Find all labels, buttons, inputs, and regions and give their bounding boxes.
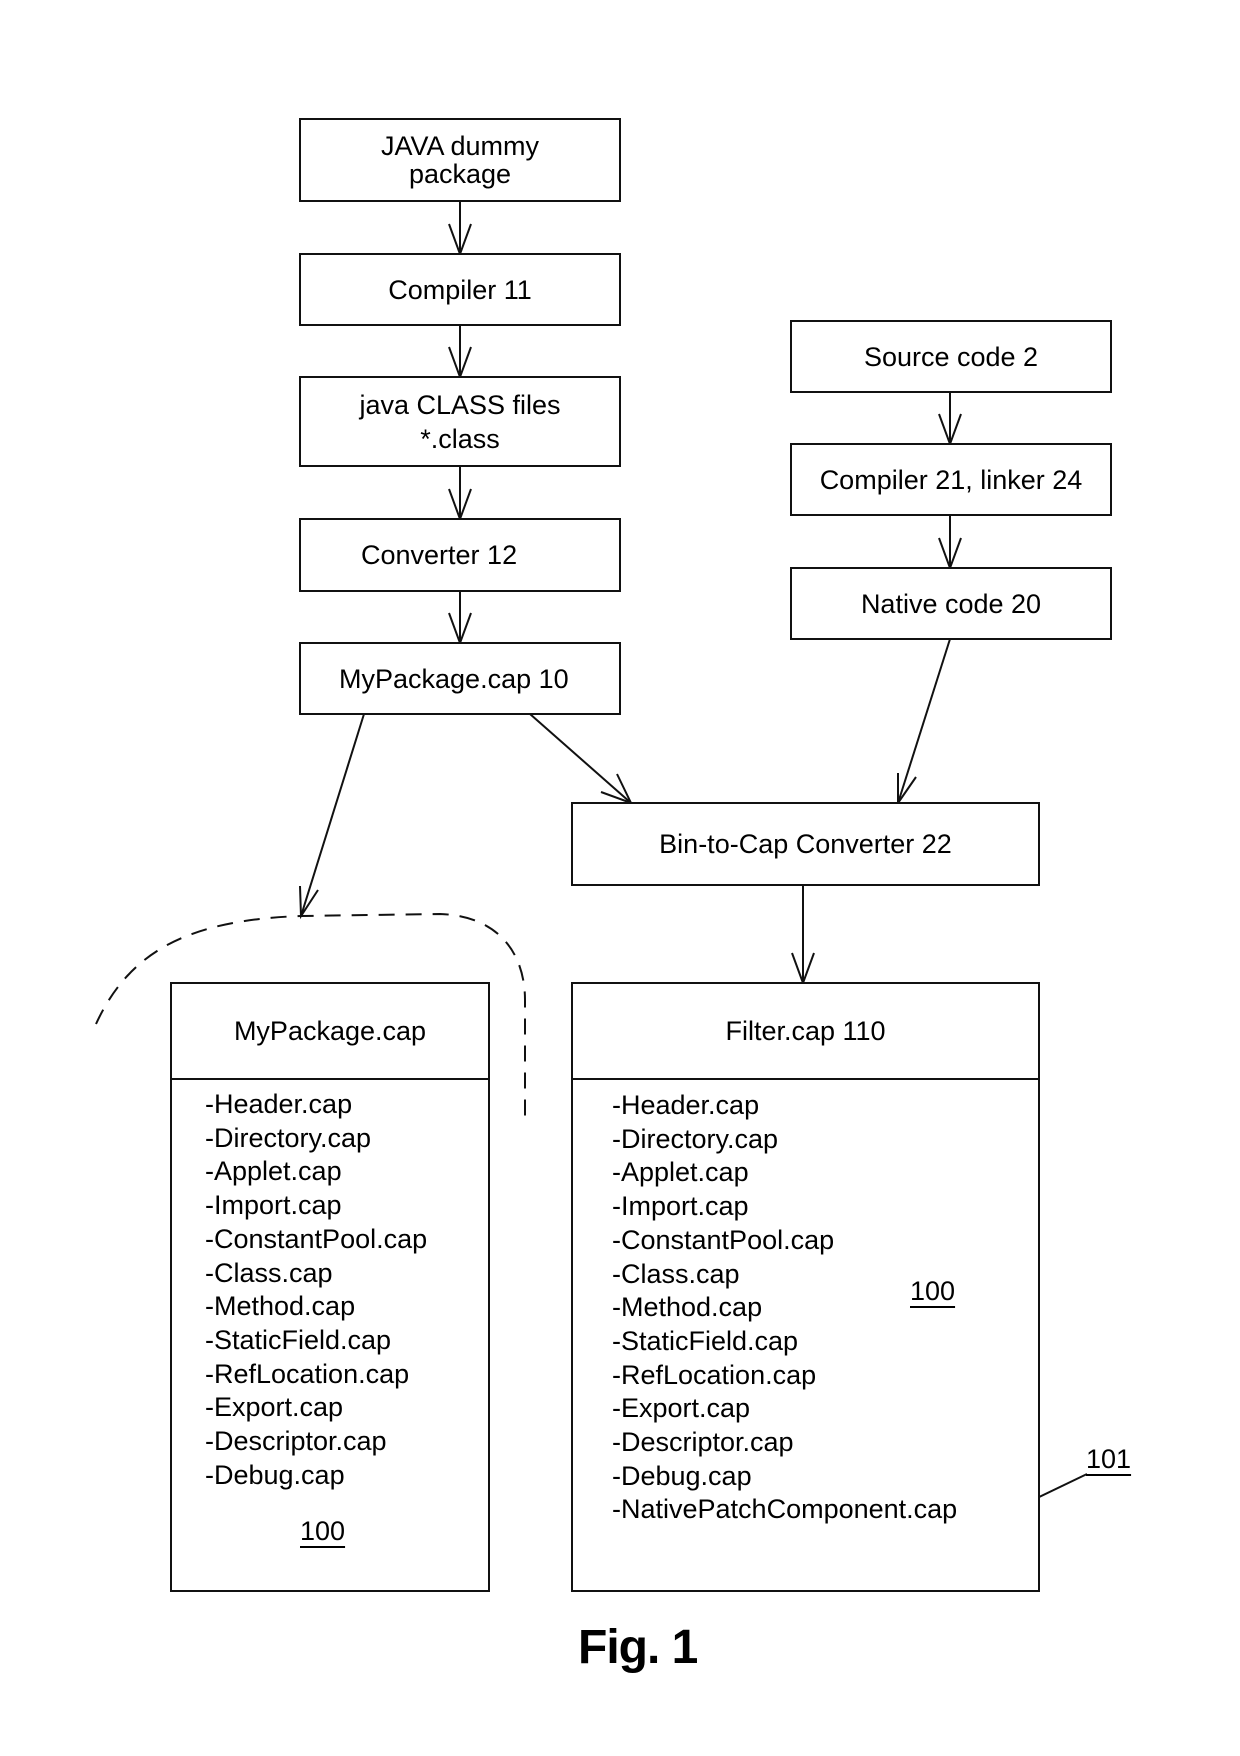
- arrow-mypackage-to-bintocap: [529, 713, 633, 805]
- component-item: -Class.cap: [205, 1257, 333, 1288]
- component-item: -Debug.cap: [205, 1459, 345, 1490]
- compiler-linker-label: Compiler 21, linker 24: [819, 464, 1083, 495]
- compiler-11-label: Compiler 11: [388, 274, 532, 305]
- component-item: -RefLocation.cap: [205, 1358, 410, 1389]
- component-item: -NativePatchComponent.cap: [612, 1494, 958, 1525]
- component-item: -RefLocation.cap: [612, 1359, 817, 1390]
- compiler-11-box: Compiler 11: [299, 253, 621, 326]
- source-code-2-label: Source code 2: [863, 341, 1039, 372]
- arrow-native-to-bintocap: [897, 638, 951, 807]
- component-item: -StaticField.cap: [205, 1324, 392, 1355]
- component-item: -Directory.cap: [612, 1123, 779, 1154]
- class-files-line1: java CLASS files: [359, 389, 561, 420]
- native-patch-ref-101: 101: [1086, 1444, 1132, 1474]
- component-item: -ConstantPool.cap: [612, 1224, 835, 1255]
- component-item: -Header.cap: [612, 1090, 760, 1120]
- mypackage-cap-10-label: MyPackage.cap 10: [339, 663, 569, 694]
- java-dummy-package-line1: JAVA dummy: [380, 131, 540, 161]
- component-item: -Applet.cap: [205, 1156, 342, 1187]
- filter-brace-ref-100: 100: [910, 1276, 956, 1306]
- arrow-compiler-to-native: [938, 515, 962, 571]
- mypackage-cap-title: MyPackage.cap: [172, 984, 488, 1080]
- filter-cap-110-box: Filter.cap 110 -Header.cap -Directory.cap…: [571, 982, 1040, 1592]
- patent-figure: JAVA dummy package Compiler 11 java CLAS…: [0, 0, 1240, 1756]
- component-item: -Method.cap: [205, 1291, 356, 1322]
- arrow-mypackage-to-detail: [299, 713, 365, 920]
- arrow-bintocap-to-filter: [791, 886, 815, 986]
- converter-12-box: Converter 12: [299, 518, 621, 592]
- figure-caption: Fig. 1: [578, 1621, 698, 1674]
- arrow-java-to-compiler: [448, 201, 472, 257]
- component-item: -Export.cap: [612, 1393, 751, 1424]
- native-code-20-box: Native code 20: [790, 567, 1112, 640]
- class-files-box: java CLASS files *.class: [299, 376, 621, 467]
- java-dummy-package-box: JAVA dummy package: [299, 118, 621, 202]
- component-item: -Import.cap: [612, 1191, 749, 1222]
- arrow-source-to-compiler: [938, 392, 962, 447]
- mypackage-cap-detail-box: MyPackage.cap -Header.cap -Directory.cap -…: [170, 982, 490, 1592]
- arrow-converter-to-mypackage: [448, 591, 472, 646]
- component-item: -StaticField.cap: [612, 1325, 799, 1356]
- component-item: -Header.cap: [205, 1089, 353, 1119]
- component-item: -Applet.cap: [612, 1157, 749, 1188]
- converter-12-label: Converter 12: [361, 540, 518, 570]
- bin-to-cap-converter-label: Bin-to-Cap Converter 22: [659, 829, 952, 859]
- component-item: -Debug.cap: [612, 1460, 752, 1491]
- bin-to-cap-converter-box: Bin-to-Cap Converter 22: [571, 802, 1040, 886]
- component-item: -Method.cap: [612, 1292, 763, 1323]
- filter-component-list: -Header.cap -Directory.cap -Applet.cap -Imp…: [612, 1089, 957, 1527]
- component-item: -Descriptor.cap: [612, 1427, 794, 1458]
- component-item: -Export.cap: [205, 1392, 344, 1423]
- arrow-compiler-to-class: [448, 325, 472, 380]
- component-item: -ConstantPool.cap: [205, 1223, 428, 1254]
- compiler-linker-box: Compiler 21, linker 24: [790, 443, 1112, 516]
- component-item: -Directory.cap: [205, 1122, 372, 1153]
- source-code-2-box: Source code 2: [790, 320, 1112, 393]
- native-code-20-label: Native code 20: [860, 588, 1042, 619]
- component-item: -Class.cap: [612, 1258, 740, 1289]
- component-item: -Descriptor.cap: [205, 1426, 387, 1457]
- arrow-class-to-converter: [448, 466, 472, 522]
- mypackage-cap-10-box: MyPackage.cap 10: [299, 642, 621, 715]
- filter-cap-title: Filter.cap 110: [573, 984, 1038, 1080]
- mypackage-ref-100: 100: [300, 1516, 346, 1546]
- mypackage-component-list: -Header.cap -Directory.cap -Applet.cap -Imp…: [205, 1088, 427, 1492]
- java-dummy-package-line2: package: [408, 159, 512, 189]
- component-item: -Import.cap: [205, 1190, 342, 1221]
- class-files-line2: *.class: [420, 423, 500, 454]
